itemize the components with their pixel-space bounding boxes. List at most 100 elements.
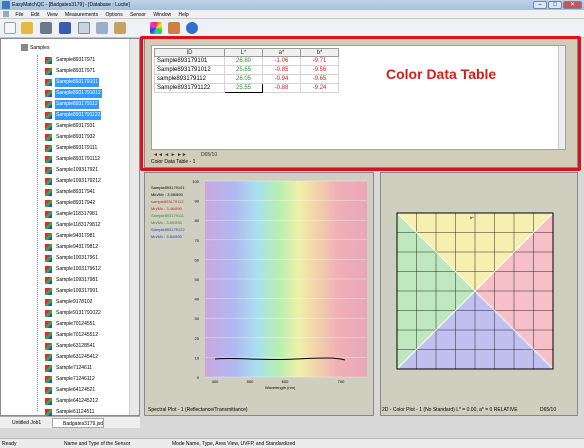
tree-item-label: Sample89317942 [56,200,96,206]
status-bar: Ready Name and Type of the Sensor Mode N… [0,438,584,448]
tree-item-label: Sample109317921 [56,167,98,173]
tree-item-label: Sample70124551 [56,321,96,327]
document-tabs: Untitled Job1 Badgates3179.jsd [0,416,140,428]
sample-color-icon [45,299,52,306]
tree-scrollbar[interactable] [129,39,139,415]
highlight-frame [140,36,581,171]
title-bar: EasyMatchQC - [Badgates3179] - [Database… [0,0,584,10]
color-2d-title: 2D - Color Plot - 1 (No Standard) L* = 0… [380,407,578,413]
x-tick-label: 400 [212,379,219,384]
sample-color-icon [45,387,52,394]
tree-item-label: Sample89317931 [56,123,96,129]
printer-icon[interactable] [40,22,52,34]
standardize-icon[interactable] [114,22,126,34]
color-2d-illuminant: D65/10 [540,407,557,413]
tree-connector [37,55,38,411]
sample-color-icon [45,57,52,64]
tree-item-label: Sample9178102 [56,299,93,305]
tree-item-label: Sample893179101 [55,78,99,87]
tree-item-label: Sample109317991 [56,288,98,294]
minimize-button[interactable]: – [533,1,547,9]
sample-color-icon [45,211,52,218]
color-wheel-icon[interactable] [150,22,162,34]
sample-color-icon [45,200,52,207]
y-tick-label: 90 [195,199,200,204]
new-file-icon[interactable] [4,22,16,34]
tree-root-samples[interactable]: Samples [21,44,49,51]
tree-item-label: Sample641245212 [56,398,98,404]
close-button[interactable]: ✕ [563,1,582,9]
sample-color-icon [45,409,52,416]
tree-item-label: Sample631245412 [56,354,98,360]
sample-color-icon [45,321,52,328]
sample-color-icon [45,112,52,119]
tree-item-label: Sample118317981 [56,211,98,217]
tree-item-label: Sample71246112 [56,376,95,382]
y-tick-label: 60 [195,257,200,262]
sample-color-icon [45,167,52,174]
sample-color-icon [45,233,52,240]
legend-entry: Sample893179111 [151,213,184,218]
menu-bar: File Edit View Measurements Options Sens… [0,10,584,19]
status-ready: Ready [2,441,17,447]
menu-measurements[interactable]: Measurements [62,10,101,18]
status-mode: Mode Name, Type, Area View, UVFP, and St… [172,441,296,447]
sample-color-icon [45,222,52,229]
maximize-button[interactable]: □ [548,1,562,9]
tree-item-label: Sample9131791022 [56,310,101,316]
tree-item-label: Sample63128541 [56,343,96,349]
sample-color-icon [45,156,52,163]
open-folder-icon[interactable] [21,22,33,34]
report-icon[interactable] [96,22,108,34]
tree-root-label: Samples [30,44,50,51]
tab-untitled-job[interactable]: Untitled Job1 [2,418,41,428]
help-icon[interactable] [186,22,198,34]
b-axis-label: b* [470,215,474,220]
menu-options[interactable]: Options [102,10,125,18]
sensor-icon[interactable] [168,22,180,34]
menu-help[interactable]: Help [176,10,192,18]
tree-item-label: Sample893179111 [56,145,98,151]
legend-entry: Mn/Mx : 3.59/890 [151,220,182,225]
sample-color-icon [45,354,52,361]
menu-view[interactable]: View [44,10,61,18]
save-disk-icon[interactable] [59,22,71,34]
sample-color-icon [45,376,52,383]
spectral-plot-panel: 100 90 80 70 60 50 40 30 20 10 0 400 500 600 700 Wave… [144,172,374,416]
sample-color-icon [45,277,52,284]
sample-color-icon [45,145,52,152]
y-tick-label: 50 [195,277,200,282]
sample-color-icon [45,244,52,251]
tree-item-label: Sample8931791112 [56,156,101,162]
sample-color-icon [45,189,52,196]
y-tick-label: 100 [192,179,199,184]
menu-edit[interactable]: Edit [28,10,43,18]
tree-item-label: Sample7124611 [56,365,93,371]
sample-color-icon [45,79,52,86]
tree-item-label: Sample89317971 [56,68,96,74]
tab-badgates[interactable]: Badgates3179.jsd [52,418,105,428]
sample-color-icon [45,332,52,339]
menu-file[interactable]: File [12,10,26,18]
sample-color-icon [45,310,52,317]
sample-color-icon [45,134,52,141]
menu-sensor[interactable]: Sensor [127,10,149,18]
y-tick-label: 30 [195,316,200,321]
legend-entry: Mn/Mx : 3.84/890 [151,234,182,239]
y-tick-label: 20 [195,336,200,341]
spectral-xlabel: Wavelength (nm) [265,385,296,390]
status-sensor: Name and Type of the Sensor [64,441,131,447]
x-tick-label: 500 [247,379,254,384]
print-preview-icon[interactable] [78,22,90,34]
menu-window[interactable]: Window [150,10,174,18]
tree-item-label: Sample8931791012 [55,89,102,98]
sample-color-icon [45,101,52,108]
y-tick-label: 0 [197,375,200,380]
sample-color-icon [45,398,52,405]
legend-entry: sample893179112 [151,199,184,204]
y-tick-label: 40 [195,297,200,302]
legend-entry: Mn/Mx : 3.46/890 [151,206,182,211]
sample-color-icon [45,266,52,273]
sample-color-icon [45,123,52,130]
folder-icon [21,44,28,51]
